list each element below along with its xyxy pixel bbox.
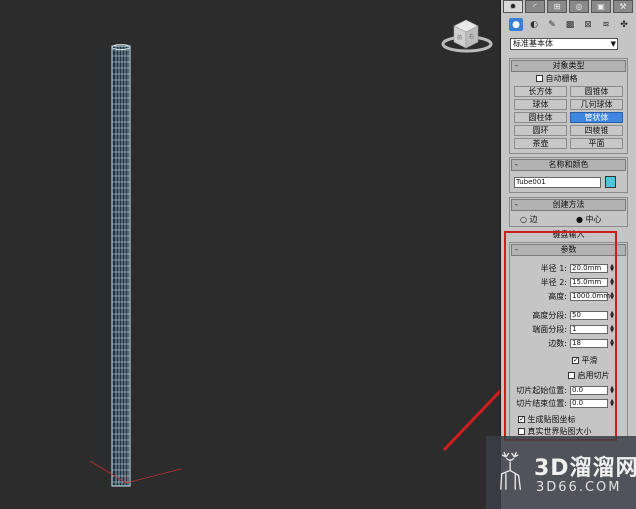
perspective-viewport[interactable]: 前 右 (0, 0, 534, 509)
cylinder-button[interactable]: 圆柱体 (514, 112, 567, 123)
creation-method-rollout: - 创建方法 ○ 边 ● 中心 (509, 197, 628, 227)
center-radio-label: 中心 (585, 215, 602, 224)
collapse-icon: - (515, 200, 518, 209)
modify-icon[interactable]: ◜ (525, 0, 545, 13)
creation-method-title: 创建方法 (552, 200, 585, 209)
collapse-icon: - (515, 61, 518, 70)
pyramid-button[interactable]: 四棱锥 (570, 125, 623, 136)
red-highlight-box (504, 231, 617, 441)
svg-text:前: 前 (457, 34, 462, 41)
edge-radio-label: 边 (529, 215, 538, 224)
torus-button[interactable]: 圆环 (514, 125, 567, 136)
systems-icon[interactable]: ✤ (617, 18, 631, 31)
category-dropdown-value: 标准基本体 (513, 39, 553, 48)
chevron-down-icon: ▼ (610, 40, 616, 48)
teapot-button[interactable]: 茶壶 (514, 138, 567, 149)
helpers-icon[interactable]: ⊠ (581, 18, 595, 31)
center-radio[interactable]: ● 中心 (576, 214, 602, 225)
watermark-brand: 3D溜溜网 (534, 456, 636, 481)
utilities-icon[interactable]: ⚒ (613, 0, 633, 13)
deer-logo-icon (500, 451, 522, 490)
box-button[interactable]: 长方体 (514, 86, 567, 97)
hierarchy-icon[interactable]: ⊞ (547, 0, 567, 13)
sphere-button[interactable]: 球体 (514, 99, 567, 110)
object-type-buttons: 长方体 圆锥体 球体 几何球体 圆柱体 管状体 圆环 四棱锥 茶壶 平面 (510, 84, 627, 152)
display-icon[interactable]: ▣ (591, 0, 611, 13)
create-icon[interactable]: ✹ (503, 0, 523, 13)
auto-grid-row: 自动栅格 (510, 72, 627, 84)
creation-method-header[interactable]: - 创建方法 (511, 199, 626, 211)
space-warps-icon[interactable]: ≋ (599, 18, 613, 31)
object-type-header[interactable]: - 对象类型 (511, 60, 626, 72)
auto-grid-checkbox[interactable] (536, 75, 543, 82)
name-color-header[interactable]: - 名称和颜色 (511, 159, 626, 171)
name-color-title: 名称和颜色 (548, 160, 589, 169)
lights-icon[interactable]: ✎ (545, 18, 559, 31)
tube-button[interactable]: 管状体 (570, 112, 623, 123)
plane-button[interactable]: 平面 (570, 138, 623, 149)
cameras-icon[interactable]: ▩ (563, 18, 577, 31)
motion-icon[interactable]: ◎ (569, 0, 589, 13)
object-color-swatch[interactable] (605, 176, 616, 188)
category-dropdown[interactable]: 标准基本体 ▼ (510, 38, 618, 50)
auto-grid-label: 自动栅格 (545, 74, 578, 83)
shapes-icon[interactable]: ◐ (527, 18, 541, 31)
geosphere-button[interactable]: 几何球体 (570, 99, 623, 110)
object-name-input[interactable]: Tube001 (514, 177, 601, 188)
main-tabs: ✹ ◜ ⊞ ◎ ▣ ⚒ (503, 0, 635, 14)
watermark-url: 3D66.COM (536, 480, 622, 495)
geometry-icon[interactable]: ● (509, 18, 523, 31)
watermark: 3D溜溜网 3D66.COM (486, 436, 636, 509)
cone-button[interactable]: 圆锥体 (570, 86, 623, 97)
svg-text:右: 右 (469, 33, 474, 40)
object-type-rollout: - 对象类型 自动栅格 长方体 圆锥体 球体 几何球体 圆柱体 管状体 圆环 四… (509, 58, 628, 154)
edge-radio[interactable]: ○ 边 (520, 214, 538, 225)
create-sub-tabs: ● ◐ ✎ ▩ ⊠ ≋ ✤ (509, 18, 631, 32)
viewcube-icon[interactable]: 前 右 (440, 14, 494, 56)
name-row: Tube001 (510, 171, 627, 191)
tube-object-wireframe[interactable] (111, 44, 131, 488)
creation-method-options: ○ 边 ● 中心 (510, 211, 627, 227)
collapse-icon: - (515, 160, 518, 169)
name-color-rollout: - 名称和颜色 Tube001 (509, 157, 628, 193)
object-type-title: 对象类型 (552, 61, 585, 70)
ground-axis-icon (89, 460, 182, 484)
